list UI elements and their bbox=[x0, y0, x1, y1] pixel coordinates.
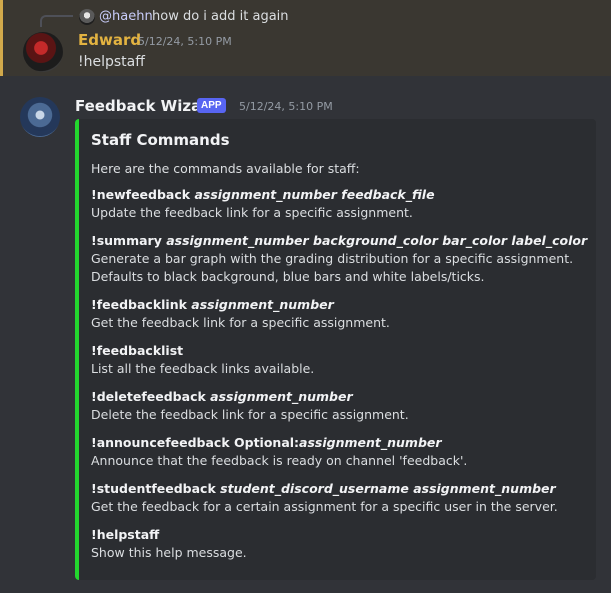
command-args: assignment_number bbox=[299, 435, 442, 450]
chat-view: @haehn how do i add it again Edward 5/12… bbox=[0, 0, 611, 593]
command-name: !studentfeedback bbox=[91, 481, 216, 496]
command-name: !feedbacklink bbox=[91, 297, 187, 312]
reply-author[interactable]: @haehn bbox=[99, 9, 153, 24]
command-args: student_discord_username assignment_numb… bbox=[220, 481, 556, 496]
command-description: Generate a bar graph with the grading di… bbox=[91, 251, 574, 284]
avatar[interactable] bbox=[23, 32, 63, 72]
command-args: assignment_number bbox=[191, 297, 334, 312]
command-args: assignment_number bbox=[210, 389, 353, 404]
command-entry: !studentfeedback student_discord_usernam… bbox=[91, 480, 591, 516]
command-name: !newfeedback bbox=[91, 187, 191, 202]
app-badge: APP bbox=[197, 98, 226, 113]
command-name: !summary bbox=[91, 233, 162, 248]
command-args: assignment_number background_color bar_c… bbox=[166, 233, 588, 248]
message-timestamp: 5/12/24, 5:10 PM bbox=[239, 100, 333, 113]
command-entry: !summary assignment_number background_co… bbox=[91, 232, 591, 286]
command-name: !deletefeedback bbox=[91, 389, 206, 404]
embed-title: Staff Commands bbox=[91, 131, 230, 149]
command-name: !announcefeedback Optional: bbox=[91, 435, 300, 450]
command-description: Announce that the feedback is ready on c… bbox=[91, 453, 468, 468]
command-entry: !feedbacklink assignment_number Get the … bbox=[91, 296, 591, 332]
command-name: !helpstaff bbox=[91, 527, 160, 542]
avatar[interactable] bbox=[20, 97, 60, 137]
reply-connector bbox=[40, 15, 73, 27]
command-entry: !newfeedback assignment_number feedback_… bbox=[91, 186, 591, 222]
command-description: Show this help message. bbox=[91, 545, 247, 560]
user-message[interactable]: @haehn how do i add it again Edward 5/12… bbox=[0, 0, 611, 76]
command-entry: !feedbacklist List all the feedback link… bbox=[91, 342, 591, 378]
message-timestamp: 5/12/24, 5:10 PM bbox=[138, 35, 232, 48]
command-description: Delete the feedback link for a specific … bbox=[91, 407, 409, 422]
reply-preview-text[interactable]: how do i add it again bbox=[152, 9, 289, 24]
command-entry: !helpstaff Show this help message. bbox=[91, 526, 591, 562]
command-entry: !announcefeedback Optional:assignment_nu… bbox=[91, 434, 591, 470]
command-description: Get the feedback for a certain assignmen… bbox=[91, 499, 558, 514]
command-description: Get the feedback link for a specific ass… bbox=[91, 315, 390, 330]
command-description: Update the feedback link for a specific … bbox=[91, 205, 413, 220]
message-content: !helpstaff bbox=[78, 54, 145, 70]
reply-avatar[interactable] bbox=[79, 9, 95, 25]
command-description: List all the feedback links available. bbox=[91, 361, 315, 376]
embed-description: Here are the commands available for staf… bbox=[91, 161, 360, 176]
command-name: !feedbacklist bbox=[91, 343, 184, 358]
message-author[interactable]: Edward bbox=[78, 31, 141, 49]
embed: Staff Commands Here are the commands ava… bbox=[75, 119, 596, 580]
command-args: assignment_number feedback_file bbox=[194, 187, 435, 202]
command-entry: !deletefeedback assignment_number Delete… bbox=[91, 388, 591, 424]
